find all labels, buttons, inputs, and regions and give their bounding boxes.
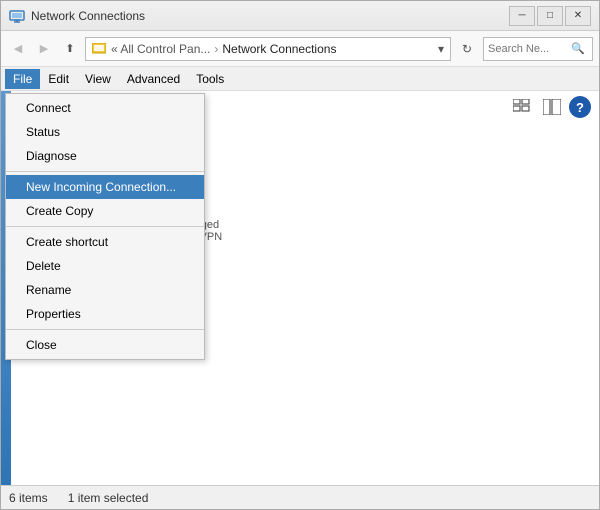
breadcrumb-current: Network Connections xyxy=(222,42,336,56)
refresh-button[interactable]: ↻ xyxy=(455,37,479,61)
window-icon xyxy=(9,8,25,24)
item-count: 6 items xyxy=(9,491,48,505)
close-button[interactable]: ✕ xyxy=(565,6,591,26)
menu-connect[interactable]: Connect xyxy=(6,96,204,120)
search-input[interactable] xyxy=(488,43,568,55)
menu-advanced[interactable]: Advanced xyxy=(119,69,188,89)
menu-delete[interactable]: Delete xyxy=(6,254,204,278)
file-dropdown-menu: Connect Status Diagnose New Incoming Con… xyxy=(5,93,205,360)
search-icon: 🔍 xyxy=(571,42,585,55)
menu-separator-2 xyxy=(6,226,204,227)
menu-status[interactable]: Status xyxy=(6,120,204,144)
menu-separator-1 xyxy=(6,171,204,172)
pane-toggle-button[interactable] xyxy=(539,95,565,119)
menu-new-incoming[interactable]: New Incoming Connection... xyxy=(6,175,204,199)
menu-create-shortcut[interactable]: Create shortcut xyxy=(6,230,204,254)
help-button[interactable]: ? xyxy=(569,96,591,118)
window-controls: ─ □ ✕ xyxy=(509,6,591,26)
menu-rename[interactable]: Rename xyxy=(6,278,204,302)
forward-button[interactable]: ▶ xyxy=(33,38,55,60)
menu-tools[interactable]: Tools xyxy=(188,69,232,89)
menu-file[interactable]: File Connect Status Diagnose New Incomin… xyxy=(5,69,40,89)
menu-close[interactable]: Close xyxy=(6,333,204,357)
back-button[interactable]: ◀ xyxy=(7,38,29,60)
menu-edit[interactable]: Edit xyxy=(40,69,77,89)
menu-diagnose[interactable]: Diagnose xyxy=(6,144,204,168)
breadcrumb-separator: › xyxy=(214,42,218,56)
menu-separator-3 xyxy=(6,329,204,330)
breadcrumb-part1: « All Control Pan... xyxy=(92,42,210,56)
title-bar: Network Connections ─ □ ✕ xyxy=(1,1,599,31)
menu-bar: File Connect Status Diagnose New Incomin… xyxy=(1,67,599,91)
maximize-button[interactable]: □ xyxy=(537,6,563,26)
change-view-button[interactable] xyxy=(509,95,535,119)
breadcrumb-dropdown-icon[interactable]: ▾ xyxy=(438,42,444,56)
view-toolbar: ? xyxy=(501,91,599,123)
menu-view[interactable]: View xyxy=(77,69,119,89)
status-bar: 6 items 1 item selected xyxy=(1,485,599,509)
menu-properties[interactable]: Properties xyxy=(6,302,204,326)
address-bar: ◀ ▶ ⬆ « All Control Pan... › Network Con… xyxy=(1,31,599,67)
menu-create-copy[interactable]: Create Copy xyxy=(6,199,204,223)
window-title: Network Connections xyxy=(31,9,509,23)
search-box[interactable]: 🔍 xyxy=(483,37,593,61)
up-button[interactable]: ⬆ xyxy=(59,38,81,60)
minimize-button[interactable]: ─ xyxy=(509,6,535,26)
window: Network Connections ─ □ ✕ ◀ ▶ ⬆ « All Co… xyxy=(0,0,600,510)
selection-count: 1 item selected xyxy=(68,491,149,505)
address-path[interactable]: « All Control Pan... › Network Connectio… xyxy=(85,37,451,61)
